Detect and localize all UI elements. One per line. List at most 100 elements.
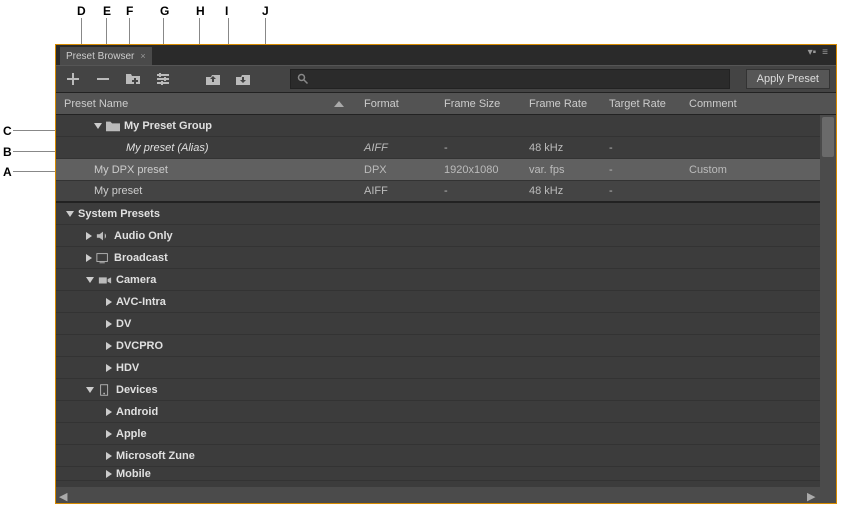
row-broadcast[interactable]: Broadcast <box>56 247 820 269</box>
callout-J: J <box>262 4 269 18</box>
category-label: Mobile <box>116 468 151 480</box>
row-dvcpro[interactable]: DVCPRO <box>56 335 820 357</box>
row-microsoft-zune[interactable]: Microsoft Zune <box>56 445 820 467</box>
category-label: Audio Only <box>114 230 173 242</box>
callout-G: G <box>160 4 169 18</box>
export-icon <box>235 71 251 87</box>
category-label: Broadcast <box>114 252 168 264</box>
preset-browser-panel: Preset Browser × ▾▪ ≡ <box>55 44 837 504</box>
callout-B: B <box>3 145 12 159</box>
scrollbar-corner <box>820 487 836 503</box>
cell-comment: Custom <box>681 164 771 176</box>
panel-menu-icon[interactable]: ≡ <box>822 47 828 58</box>
delete-preset-button[interactable] <box>92 69 114 89</box>
chevron-down-icon[interactable] <box>66 211 74 217</box>
vertical-scrollbar[interactable] <box>820 115 836 487</box>
export-preset-button[interactable] <box>232 69 254 89</box>
row-apple[interactable]: Apple <box>56 423 820 445</box>
scroll-right-icon[interactable]: ▶ <box>807 490 817 500</box>
column-comment[interactable]: Comment <box>681 98 771 110</box>
cell-frame-size: - <box>436 142 521 154</box>
callout-D: D <box>77 4 86 18</box>
chevron-down-icon[interactable] <box>94 123 102 129</box>
horizontal-scrollbar[interactable]: ◀ ▶ <box>56 487 820 503</box>
new-preset-button[interactable] <box>62 69 84 89</box>
callout-A: A <box>3 165 12 179</box>
category-label: Camera <box>116 274 156 286</box>
row-mobile[interactable]: Mobile <box>56 467 820 481</box>
panel-expand-icon[interactable]: ▾▪ <box>808 47 817 58</box>
column-label: Preset Name <box>64 98 128 110</box>
chevron-right-icon[interactable] <box>106 342 112 350</box>
category-label: AVC-Intra <box>116 296 166 308</box>
column-preset-name[interactable]: Preset Name <box>56 98 356 110</box>
chevron-right-icon[interactable] <box>106 364 112 372</box>
cell-format: AIFF <box>356 142 436 154</box>
chevron-right-icon[interactable] <box>106 408 112 416</box>
column-frame-rate[interactable]: Frame Rate <box>521 98 601 110</box>
row-my-dpx-preset[interactable]: My DPX preset DPX 1920x1080 var. fps - C… <box>56 159 820 181</box>
tab-title: Preset Browser <box>66 51 134 62</box>
folder-icon <box>106 120 120 132</box>
chevron-right-icon[interactable] <box>106 430 112 438</box>
column-frame-size[interactable]: Frame Size <box>436 98 521 110</box>
row-dv[interactable]: DV <box>56 313 820 335</box>
new-group-button[interactable] <box>122 69 144 89</box>
chevron-right-icon[interactable] <box>106 470 112 478</box>
row-system-presets[interactable]: System Presets <box>56 203 820 225</box>
preset-label: My preset <box>94 185 142 197</box>
search-field[interactable] <box>290 69 730 89</box>
callout-C: C <box>3 124 12 138</box>
tab-bar: Preset Browser × ▾▪ ≡ <box>56 45 836 65</box>
row-avc-intra[interactable]: AVC-Intra <box>56 291 820 313</box>
category-label: Android <box>116 406 158 418</box>
cell-format: DPX <box>356 164 436 176</box>
chevron-right-icon[interactable] <box>106 298 112 306</box>
row-my-preset-group[interactable]: My Preset Group <box>56 115 820 137</box>
row-devices[interactable]: Devices <box>56 379 820 401</box>
callout-F: F <box>126 4 133 18</box>
close-icon[interactable]: × <box>140 51 145 61</box>
plus-icon <box>65 71 81 87</box>
row-android[interactable]: Android <box>56 401 820 423</box>
category-label: Devices <box>116 384 158 396</box>
row-my-preset[interactable]: My preset AIFF - 48 kHz - <box>56 181 820 203</box>
row-audio-only[interactable]: Audio Only <box>56 225 820 247</box>
column-headers: Preset Name Format Frame Size Frame Rate… <box>56 93 836 115</box>
cell-frame-rate: var. fps <box>521 164 601 176</box>
category-label: DV <box>116 318 131 330</box>
sort-ascending-icon <box>334 101 344 107</box>
search-input[interactable] <box>313 73 723 85</box>
chevron-right-icon[interactable] <box>106 452 112 460</box>
category-label: HDV <box>116 362 139 374</box>
preset-settings-button[interactable] <box>152 69 174 89</box>
row-my-preset-alias[interactable]: My preset (Alias) AIFF - 48 kHz - <box>56 137 820 159</box>
chevron-right-icon[interactable] <box>106 320 112 328</box>
column-format[interactable]: Format <box>356 98 436 110</box>
tab-preset-browser[interactable]: Preset Browser × <box>60 47 152 65</box>
preset-label: My DPX preset <box>94 164 168 176</box>
cell-frame-size: - <box>436 185 521 197</box>
camera-icon <box>98 274 112 286</box>
chevron-down-icon[interactable] <box>86 387 94 393</box>
category-label: DVCPRO <box>116 340 163 352</box>
import-preset-button[interactable] <box>202 69 224 89</box>
apply-preset-button[interactable]: Apply Preset <box>746 69 830 89</box>
toolbar: Apply Preset <box>56 65 836 93</box>
scroll-left-icon[interactable]: ◀ <box>59 490 69 500</box>
column-target-rate[interactable]: Target Rate <box>601 98 681 110</box>
chevron-right-icon[interactable] <box>86 232 92 240</box>
row-camera[interactable]: Camera <box>56 269 820 291</box>
chevron-down-icon[interactable] <box>86 277 94 283</box>
row-hdv[interactable]: HDV <box>56 357 820 379</box>
preset-label: My preset (Alias) <box>126 142 209 154</box>
group-label: My Preset Group <box>124 120 212 132</box>
scrollbar-thumb[interactable] <box>822 117 834 157</box>
chevron-right-icon[interactable] <box>86 254 92 262</box>
cell-frame-size: 1920x1080 <box>436 164 521 176</box>
cell-target-rate: - <box>601 164 681 176</box>
group-label: System Presets <box>78 208 160 220</box>
cell-format: AIFF <box>356 185 436 197</box>
cell-frame-rate: 48 kHz <box>521 185 601 197</box>
category-label: Microsoft Zune <box>116 450 195 462</box>
